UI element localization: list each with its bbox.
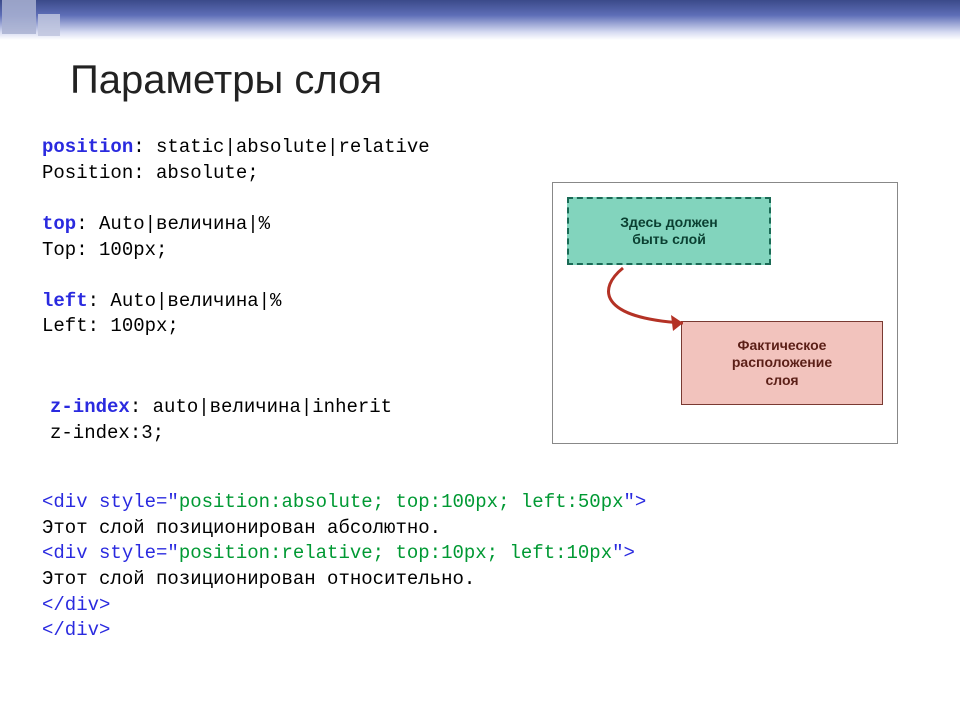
decoration-square-small [38,14,60,36]
kw-position: position [42,136,133,158]
slide-top-accent [0,0,960,40]
actual-layer-line2: расположение [682,354,882,372]
style-1: position:absolute; top:100px; left:50px [179,491,624,513]
tag-open-1b: "> [624,491,647,513]
css-zindex-block: z-index: auto|величина|inherit z-index:3… [50,395,392,446]
example-position: Position: absolute; [42,162,259,184]
values-zindex: auto|величина|inherit [153,396,392,418]
text-line-4: Этот слой позиционирован относительно. [42,568,475,590]
expected-layer-line1: Здесь должен [569,214,769,232]
expected-layer-line2: быть слой [569,231,769,249]
actual-layer-line1: Фактическое [682,337,882,355]
html-example-block: <div style="position:absolute; top:100px… [42,490,646,644]
tag-open-1a: <div style=" [42,491,179,513]
example-zindex: z-index:3; [50,422,164,444]
css-syntax-block: position: static|absolute|relative Posit… [42,135,430,340]
tag-close-2: </div> [42,619,110,641]
tag-open-2b: "> [612,542,635,564]
decoration-square-large [2,0,36,34]
values-left: Auto|величина|% [110,290,281,312]
expected-layer-box: Здесь должен быть слой [567,197,771,265]
actual-layer-box: Фактическое расположение слоя [681,321,883,405]
kw-top: top [42,213,76,235]
slide-title: Параметры слоя [70,58,382,103]
values-top: Auto|величина|% [99,213,270,235]
tag-close-1: </div> [42,594,110,616]
kw-left: left [42,290,88,312]
example-top: Top: 100px; [42,239,167,261]
text-line-2: Этот слой позиционирован абсолютно. [42,517,441,539]
example-left: Left: 100px; [42,315,179,337]
tag-open-2a: <div style=" [42,542,179,564]
kw-zindex: z-index [50,396,130,418]
positioning-diagram: Здесь должен быть слой Фактическое распо… [552,182,898,444]
actual-layer-line3: слоя [682,372,882,390]
values-position: static|absolute|relative [156,136,430,158]
style-2: position:relative; top:10px; left:10px [179,542,612,564]
